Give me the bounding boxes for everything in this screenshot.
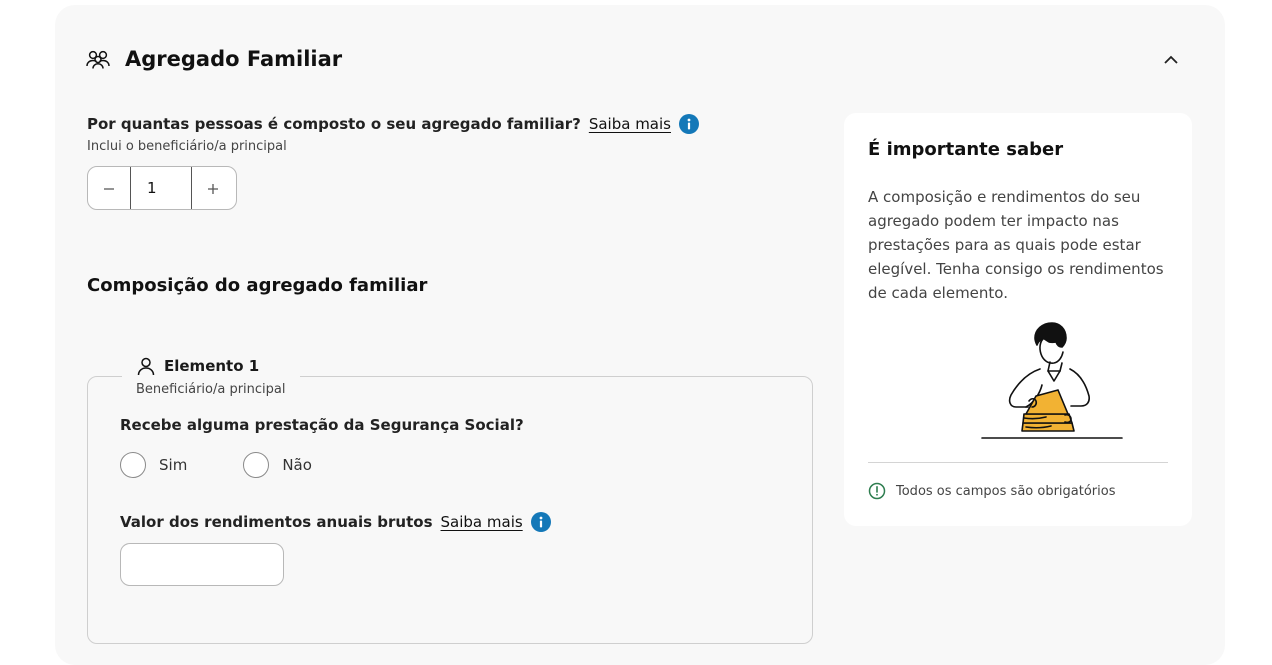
plus-icon [207,176,219,200]
element-title: Elemento 1 [164,357,260,375]
required-fields-note: Todos os campos são obrigatórios [868,482,1115,500]
user-icon [136,356,156,376]
benefit-question: Recebe alguma prestação da Segurança Soc… [120,416,524,434]
decrement-button[interactable] [88,167,130,209]
household-size-input[interactable]: 1 [130,167,192,209]
radio-nao[interactable]: Não [243,452,312,478]
radio-label: Sim [159,456,188,474]
collapse-button[interactable] [1158,46,1184,72]
radio-sim[interactable]: Sim [120,452,187,478]
household-size-question: Por quantas pessoas é composto o seu agr… [87,114,699,134]
learn-more-link[interactable]: Saiba mais [589,115,671,133]
section-header: Agregado Familiar [85,42,342,76]
required-fields-text: Todos os campos são obrigatórios [896,483,1116,499]
increment-button[interactable] [192,167,234,209]
chevron-up-icon [1163,50,1179,69]
element-subtitle: Beneficiário/a principal [136,382,286,397]
info-icon[interactable] [530,512,551,532]
income-learn-more-link[interactable]: Saiba mais [441,513,523,531]
section-title: Agregado Familiar [125,47,343,71]
element-legend: Elemento 1 Beneficiário/a principal [122,354,300,402]
household-size-hint: Inclui o beneficiário/a principal [87,139,287,154]
benefit-radio-group: Sim Não [120,452,312,478]
people-icon [85,46,111,72]
income-question: Valor dos rendimentos anuais brutos Saib… [120,512,551,532]
aside-divider [868,462,1168,463]
aside-title: É importante saber [868,139,1064,160]
alert-circle-icon [868,482,886,500]
income-input[interactable] [120,543,284,586]
composition-heading: Composição do agregado familiar [87,275,428,296]
minus-icon [103,176,115,200]
info-icon[interactable] [678,114,699,134]
radio-circle[interactable] [243,452,270,478]
info-aside: É importante saber A composição e rendim… [844,113,1192,526]
radio-label: Não [282,456,312,474]
person-with-papers-illustration [980,319,1130,447]
income-label: Valor dos rendimentos anuais brutos [120,513,433,531]
household-size-label: Por quantas pessoas é composto o seu agr… [87,115,581,133]
aside-text: A composição e rendimentos do seu agrega… [868,188,1164,302]
household-size-stepper: 1 [87,166,237,210]
radio-circle[interactable] [120,452,146,478]
